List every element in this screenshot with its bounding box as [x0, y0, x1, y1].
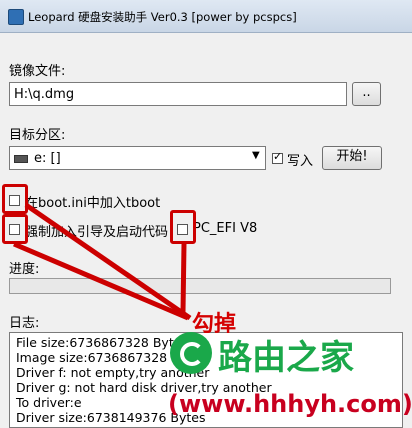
watermark-logo-icon — [170, 332, 212, 374]
annotation-arrow-line — [180, 243, 187, 313]
watermark-name: 路由之家 — [218, 338, 354, 378]
watermark-url: (www.hhhyh.com) — [168, 390, 412, 418]
